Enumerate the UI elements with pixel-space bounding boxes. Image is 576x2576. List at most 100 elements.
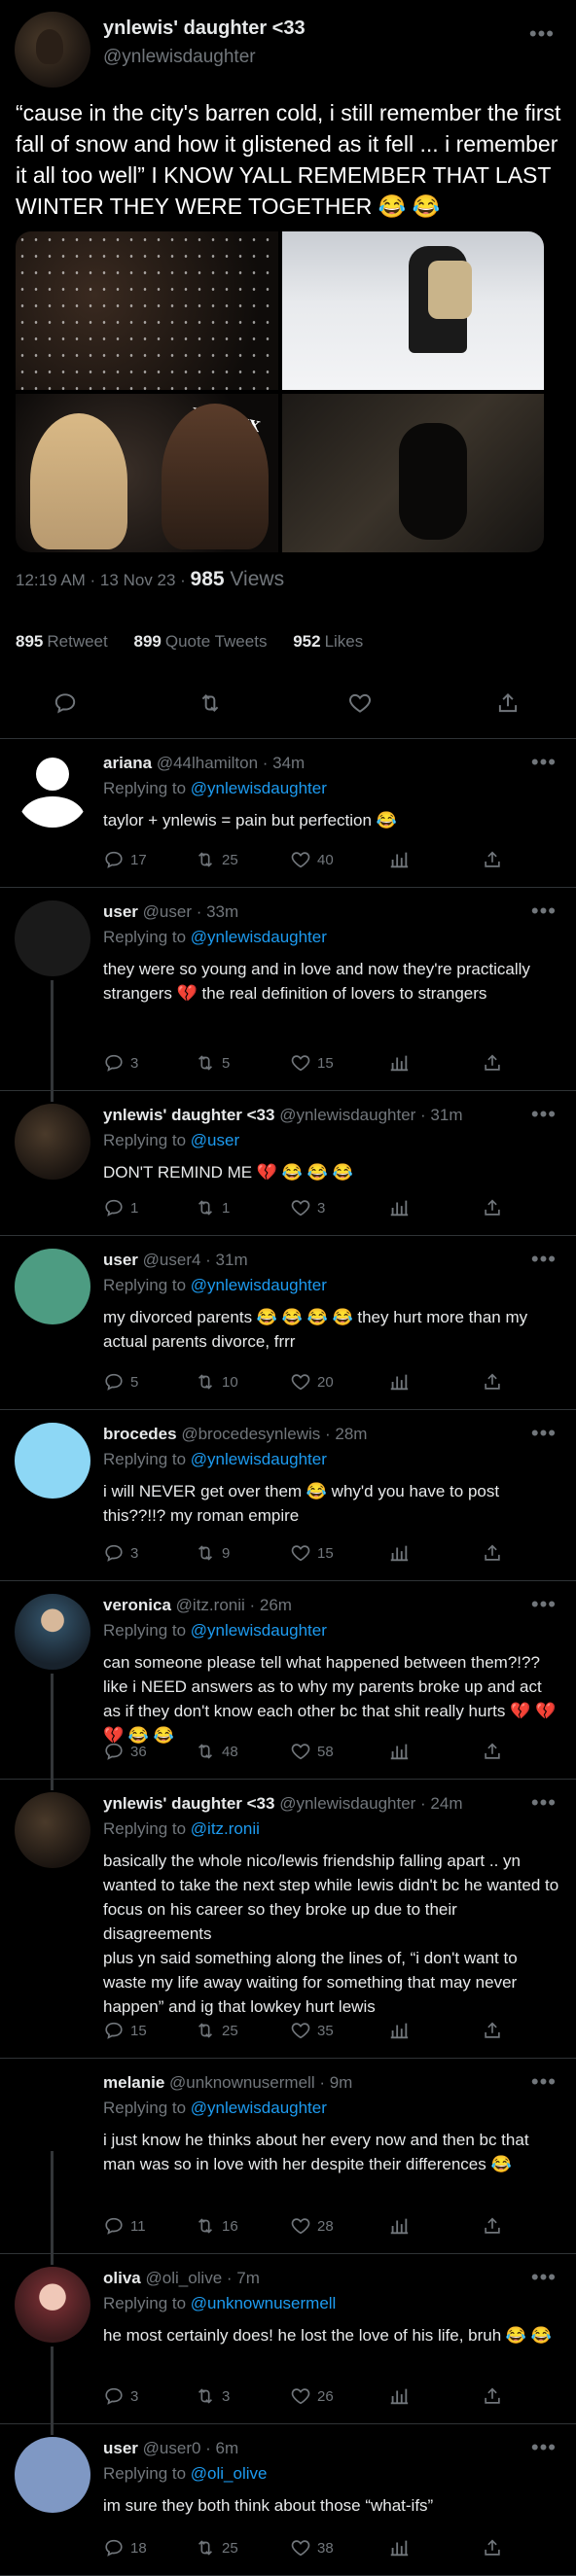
reply-author-name[interactable]: ynlewis' daughter <33 [103, 1106, 274, 1124]
reply-tweet[interactable]: user @user4 · 31m ••• Replying to @ynlewis… [0, 1237, 576, 1410]
retweet-button[interactable]: 3 [195, 2385, 230, 2407]
reply-author-handle[interactable]: @user4 [143, 1251, 201, 1269]
reply-tweet[interactable]: user @user · 33m ••• Replying to @ynlewisd… [0, 889, 576, 1091]
share-button[interactable] [482, 1542, 503, 1564]
retweet-button[interactable]: 16 [195, 2215, 238, 2237]
reply-avatar[interactable] [15, 1249, 90, 1324]
more-options-icon[interactable]: ••• [531, 1792, 557, 1814]
reply-author-name[interactable]: melanie [103, 2073, 164, 2092]
reply-author-handle[interactable]: @itz.ronii [176, 1596, 245, 1614]
likes-stat[interactable]: 952 Likes [293, 632, 363, 651]
replying-to-handle[interactable]: @unknownusermell [191, 2294, 337, 2312]
share-button[interactable] [482, 2215, 503, 2237]
reply-author-name[interactable]: ynlewis' daughter <33 [103, 1794, 274, 1813]
share-button[interactable] [482, 1741, 503, 1762]
retweet-button[interactable]: 1 [195, 1197, 230, 1218]
more-options-icon[interactable]: ••• [531, 2267, 557, 2288]
image-couple-photo[interactable]: POLITIX [16, 394, 278, 552]
reply-tweet[interactable]: brocedes @brocedesynlewis · 28m ••• Replyi… [0, 1411, 576, 1581]
analytics-button[interactable] [388, 1052, 410, 1074]
like-button[interactable]: 38 [290, 2537, 334, 2558]
reply-button[interactable]: 5 [103, 1371, 138, 1393]
reply-author-handle[interactable]: @ynlewisdaughter [279, 1106, 415, 1124]
reply-button[interactable]: 3 [103, 2385, 138, 2407]
reply-button[interactable]: 3 [103, 1542, 138, 1564]
reply-author-name[interactable]: user [103, 2439, 138, 2457]
more-options-icon[interactable]: ••• [531, 1423, 557, 1444]
reply-author-handle[interactable]: @unknownusermell [169, 2073, 315, 2092]
analytics-button[interactable] [388, 2215, 410, 2237]
image-dark-couple[interactable] [281, 394, 544, 552]
share-button[interactable] [482, 849, 503, 870]
reply-tweet[interactable]: ariana @44lhamilton · 34m ••• Replying to … [0, 740, 576, 888]
more-options-icon[interactable]: ••• [531, 1104, 557, 1125]
reply-button[interactable]: 17 [103, 849, 147, 870]
more-options-icon[interactable]: ••• [531, 1594, 557, 1615]
reply-author-name[interactable]: oliva [103, 2269, 141, 2287]
reply-time[interactable]: · 33m [192, 902, 238, 921]
reply-avatar[interactable] [15, 1594, 90, 1670]
more-options-icon[interactable]: ••• [531, 1249, 557, 1270]
like-button[interactable] [347, 690, 373, 716]
reply-tweet[interactable]: user @user0 · 6m ••• Replying to @oli_oliv… [0, 2425, 576, 2576]
replying-to-handle[interactable]: @ynlewisdaughter [191, 779, 327, 797]
retweet-button[interactable]: 25 [195, 2020, 238, 2041]
reply-time[interactable]: · 31m [200, 1251, 247, 1269]
author-avatar[interactable] [15, 12, 90, 88]
more-options-icon[interactable]: ••• [531, 2437, 557, 2458]
reply-author-handle[interactable]: @ynlewisdaughter [279, 1794, 415, 1813]
share-button[interactable] [495, 690, 521, 716]
reply-avatar[interactable] [15, 1792, 90, 1868]
reply-button[interactable]: 36 [103, 1741, 147, 1762]
reply-time[interactable]: · 34m [258, 754, 305, 772]
reply-author-name[interactable]: brocedes [103, 1425, 177, 1443]
retweet-button[interactable]: 25 [195, 2537, 238, 2558]
like-button[interactable]: 15 [290, 1542, 334, 1564]
share-button[interactable] [482, 2537, 503, 2558]
reply-avatar[interactable] [15, 2437, 90, 2513]
reply-tweet[interactable]: veronica @itz.ronii · 26m ••• Replying to … [0, 1582, 576, 1780]
reply-time[interactable]: · 31m [415, 1106, 462, 1124]
reply-author-name[interactable]: user [103, 902, 138, 921]
share-button[interactable] [482, 1197, 503, 1218]
quotes-stat[interactable]: 899 Quote Tweets [133, 632, 267, 651]
reply-time[interactable]: · 28m [320, 1425, 367, 1443]
reply-author-handle[interactable]: @user0 [143, 2439, 201, 2457]
reply-author-name[interactable]: user [103, 1251, 138, 1269]
reply-avatar[interactable] [15, 1104, 90, 1180]
analytics-button[interactable] [388, 2537, 410, 2558]
replying-to-handle[interactable]: @itz.ronii [191, 1819, 260, 1838]
like-button[interactable]: 58 [290, 1741, 334, 1762]
replying-to-handle[interactable]: @user [191, 1131, 239, 1149]
reply-time[interactable]: · 26m [245, 1596, 292, 1614]
more-options-icon[interactable]: ••• [529, 23, 555, 45]
reply-time[interactable]: · 7m [222, 2269, 260, 2287]
like-button[interactable]: 28 [290, 2215, 334, 2237]
reply-time[interactable]: · 6m [200, 2439, 238, 2457]
reply-button[interactable] [53, 690, 78, 716]
like-button[interactable]: 26 [290, 2385, 334, 2407]
like-button[interactable]: 15 [290, 1052, 334, 1074]
retweet-button[interactable]: 10 [195, 1371, 238, 1393]
reply-avatar[interactable] [15, 2267, 90, 2343]
reply-time[interactable]: · 9m [315, 2073, 352, 2092]
share-button[interactable] [482, 1052, 503, 1074]
replying-to-handle[interactable]: @ynlewisdaughter [191, 928, 327, 946]
reply-author-handle[interactable]: @brocedesynlewis [181, 1425, 320, 1443]
reply-author-handle[interactable]: @44lhamilton [157, 754, 258, 772]
image-snow-couple[interactable] [281, 231, 544, 390]
reply-tweet[interactable]: oliva @oli_olive · 7m ••• Replying to @unk… [0, 2255, 576, 2424]
replying-to-handle[interactable]: @ynlewisdaughter [191, 1276, 327, 1294]
retweet-button[interactable] [198, 690, 223, 716]
reply-time[interactable]: · 24m [415, 1794, 462, 1813]
replying-to-handle[interactable]: @ynlewisdaughter [191, 1450, 327, 1468]
image-snow-night[interactable] [16, 231, 278, 390]
like-button[interactable]: 20 [290, 1371, 334, 1393]
reply-button[interactable]: 1 [103, 1197, 138, 1218]
reply-author-handle[interactable]: @user [143, 902, 192, 921]
reply-avatar[interactable] [15, 752, 90, 828]
like-button[interactable]: 40 [290, 849, 334, 870]
reply-tweet[interactable]: ynlewis' daughter <33 @ynlewisdaughter ·… [0, 1781, 576, 2059]
reply-button[interactable]: 18 [103, 2537, 147, 2558]
retweets-stat[interactable]: 895 Retweet [16, 632, 108, 651]
